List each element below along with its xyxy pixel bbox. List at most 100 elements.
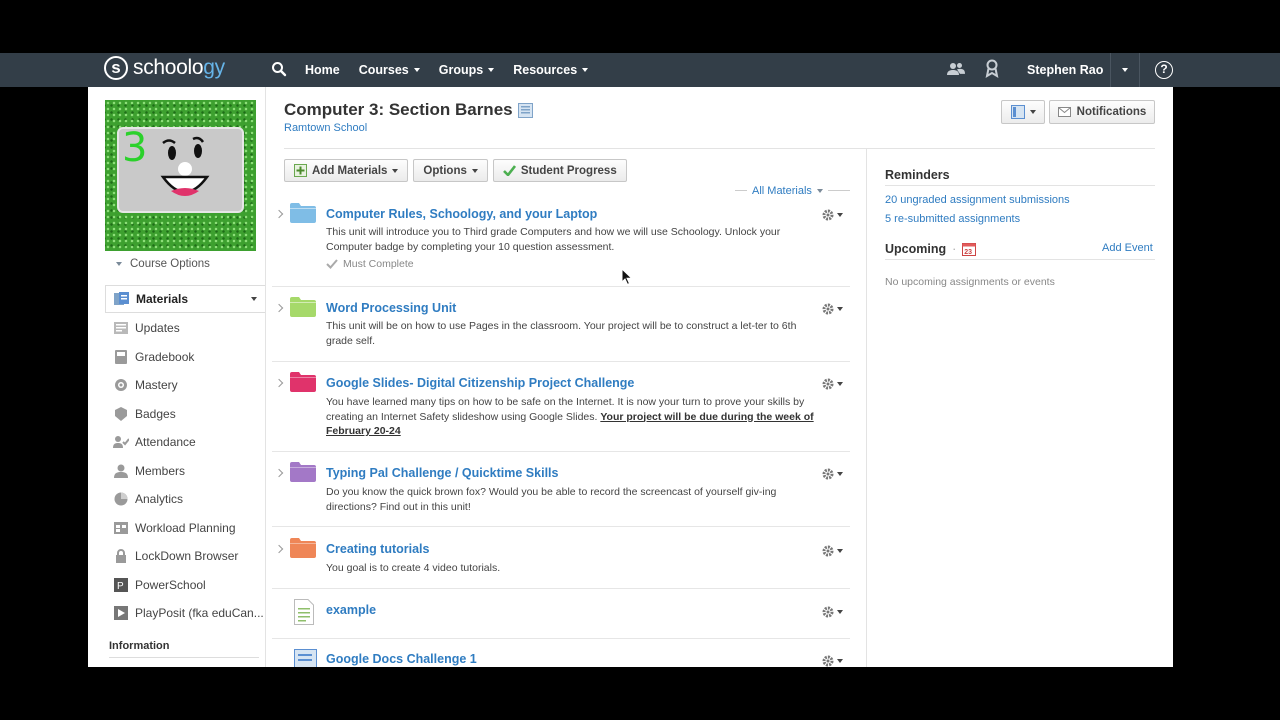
reminders-divider	[885, 185, 1155, 186]
course-info-icon[interactable]	[517, 102, 533, 118]
mastery-icon	[115, 379, 127, 392]
item-settings-gear[interactable]	[822, 303, 843, 315]
checkmark-icon	[326, 259, 338, 269]
information-heading: Information	[109, 640, 170, 652]
item-settings-gear[interactable]	[822, 468, 843, 480]
material-description: Do you know the quick brown fox? Would y…	[326, 485, 821, 514]
schoology-logo[interactable]: s schoology	[104, 56, 225, 80]
sidebar-item-label: Updates	[135, 321, 180, 336]
people-icon[interactable]	[947, 62, 965, 76]
material-description: This unit will introduce you to Third gr…	[326, 225, 821, 254]
sidebar-item-label: PlayPosit (fka eduCan...	[135, 606, 264, 621]
sidebar-item-gradebook[interactable]: Gradebook	[105, 343, 265, 372]
material-description-text: You goal is to create 4 video tutorials.	[326, 562, 501, 574]
sidebar-item-label: Gradebook	[135, 349, 195, 364]
sidebar-item-analytics[interactable]: Analytics	[105, 485, 265, 514]
course-options-button[interactable]: Course Options	[116, 258, 210, 270]
item-settings-gear[interactable]	[822, 545, 843, 557]
sidebar-item-playposit[interactable]: PlayPosit (fka eduCan...	[105, 599, 265, 628]
sidebar-item-mastery[interactable]: Mastery	[105, 371, 265, 400]
sidebar-item-attendance[interactable]: Attendance	[105, 428, 265, 457]
nav-courses-label: Courses	[358, 63, 409, 77]
list-item: Word Processing Unit This unit will be o…	[272, 287, 850, 362]
search-icon[interactable]	[271, 61, 287, 77]
add-materials-button[interactable]: Add Materials	[284, 159, 409, 182]
list-item: Creating tutorials You goal is to create…	[272, 527, 850, 589]
nav-resources[interactable]: Resources	[513, 63, 589, 77]
expand-chevron-icon[interactable]	[274, 544, 284, 554]
page-document-icon	[294, 599, 314, 625]
sidebar-item-lockdown[interactable]: LockDown Browser	[105, 542, 265, 571]
playposit-icon	[114, 606, 128, 621]
add-event-link[interactable]: Add Event	[1102, 242, 1153, 254]
sidebar-item-workload[interactable]: Workload Planning	[105, 514, 265, 543]
folder-shape	[290, 462, 316, 482]
upcoming-divider	[885, 259, 1155, 260]
chevron-down-icon	[837, 382, 843, 386]
upcoming-title: Upcoming	[885, 242, 947, 256]
material-title[interactable]: Computer Rules, Schoology, and your Lapt…	[326, 207, 597, 221]
add-materials-icon	[294, 164, 307, 177]
school-link[interactable]: Ramtown School	[284, 122, 367, 134]
gear-icon	[822, 655, 834, 667]
nav-home[interactable]: Home	[305, 63, 340, 77]
chevron-down-icon	[837, 213, 843, 217]
material-title[interactable]: Google Slides- Digital Citizenship Proje…	[326, 376, 634, 390]
item-settings-gear[interactable]	[822, 655, 843, 667]
chevron-down-icon	[1122, 68, 1128, 72]
material-title[interactable]: Word Processing Unit	[326, 301, 456, 315]
chevron-down-icon[interactable]	[251, 297, 257, 301]
material-title[interactable]: Google Docs Challenge 1	[326, 652, 477, 666]
letterbox-bottom	[0, 667, 1280, 720]
nav-groups[interactable]: Groups	[438, 63, 495, 77]
sidebar-item-label: Workload Planning	[135, 520, 236, 535]
page-title: Computer 3: Section Barnes	[284, 100, 533, 120]
help-icon[interactable]: ?	[1155, 61, 1173, 79]
view-toggle-button[interactable]	[1001, 100, 1045, 124]
material-description-text: Do you know the quick brown fox? Would y…	[326, 486, 777, 513]
item-settings-gear[interactable]	[822, 606, 843, 618]
notifications-button[interactable]: Notifications	[1049, 100, 1155, 124]
chevron-down-icon	[816, 189, 823, 193]
list-item: Typing Pal Challenge / Quicktime Skills …	[272, 452, 850, 527]
calendar-icon[interactable]: 23	[962, 242, 977, 256]
list-item: Google Docs Challenge 1	[272, 639, 850, 667]
user-menu-dropdown[interactable]	[1110, 53, 1140, 87]
sidebar-item-label: Badges	[135, 406, 176, 421]
powerschool-icon: P	[114, 577, 128, 592]
chevron-down-icon	[837, 659, 843, 663]
notifications-label: Notifications	[1076, 106, 1147, 118]
chevron-down-icon	[488, 68, 495, 72]
sidebar-item-updates[interactable]: Updates	[105, 314, 265, 343]
expand-chevron-icon[interactable]	[274, 303, 284, 313]
material-title[interactable]: Typing Pal Challenge / Quicktime Skills	[326, 466, 558, 480]
sidebar-item-badges[interactable]: Badges	[105, 400, 265, 429]
sidebar-item-materials[interactable]: Materials	[105, 285, 265, 313]
gear-icon	[822, 545, 834, 557]
nav-courses[interactable]: Courses	[359, 63, 420, 77]
material-title[interactable]: example	[326, 603, 376, 617]
material-title[interactable]: Creating tutorials	[326, 542, 430, 556]
sidebar-item-powerschool[interactable]: P PowerSchool	[105, 571, 265, 600]
sidebar-item-members[interactable]: Members	[105, 457, 265, 486]
all-materials-filter[interactable]: All Materials	[752, 185, 823, 197]
chevron-down-icon	[471, 168, 478, 173]
options-button[interactable]: Options	[413, 159, 488, 182]
student-progress-button[interactable]: Student Progress	[492, 159, 627, 182]
sidebar-item-label: Analytics	[135, 492, 184, 507]
chevron-down-icon	[582, 68, 589, 72]
expand-chevron-icon[interactable]	[274, 468, 284, 478]
expand-chevron-icon[interactable]	[274, 209, 284, 219]
nav-groups-label: Groups	[438, 63, 484, 77]
user-name[interactable]: Stephen Rao	[1027, 53, 1103, 87]
badge-icon[interactable]	[985, 59, 999, 79]
expand-chevron-icon[interactable]	[274, 378, 284, 388]
reminder-resubmitted-link[interactable]: 5 re-submitted assignments	[885, 213, 1020, 225]
item-settings-gear[interactable]	[822, 209, 843, 221]
members-icon	[114, 464, 128, 478]
options-label: Options	[423, 164, 467, 177]
item-settings-gear[interactable]	[822, 378, 843, 390]
reminder-ungraded-link[interactable]: 20 ungraded assignment submissions	[885, 194, 1070, 206]
list-item: Google Slides- Digital Citizenship Proje…	[272, 362, 850, 452]
gear-icon	[822, 303, 834, 315]
